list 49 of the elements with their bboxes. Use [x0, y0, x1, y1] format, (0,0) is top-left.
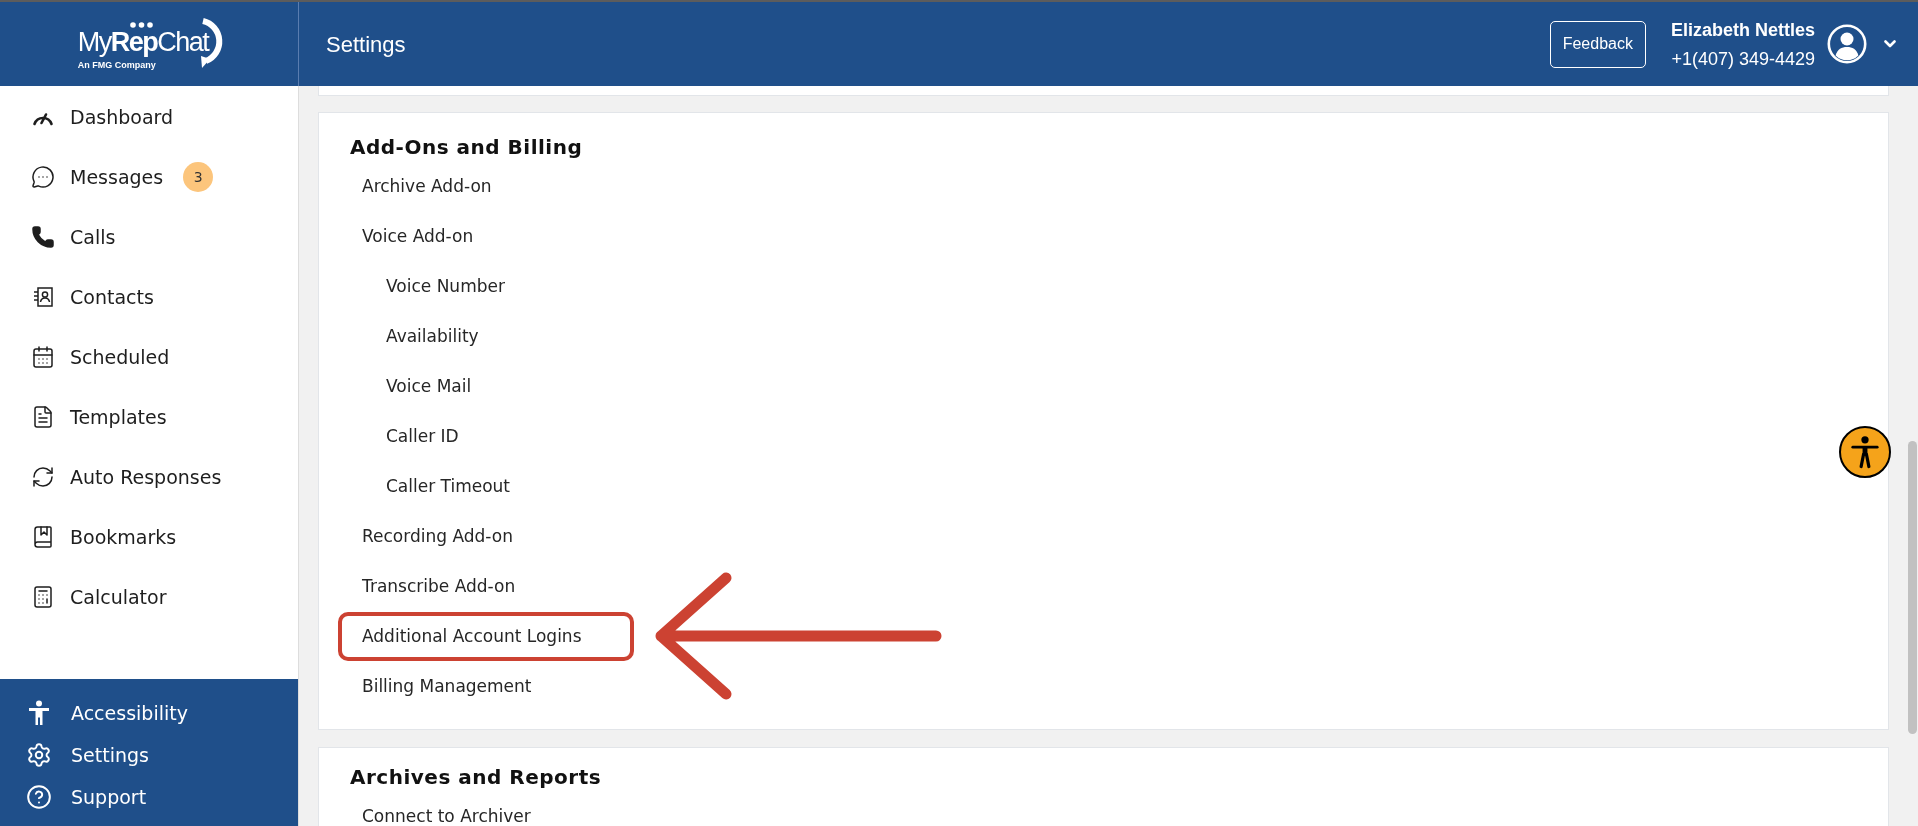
scrollbar-thumb[interactable]: [1908, 441, 1917, 734]
logo-tagline: An FMG Company: [77, 60, 157, 70]
settings-link[interactable]: Connect to Archiver: [362, 806, 531, 826]
settings-link[interactable]: Recording Add-on: [362, 526, 513, 546]
accessibility-person-icon: [1849, 435, 1881, 469]
settings-link[interactable]: Voice Add-on: [362, 226, 474, 246]
feedback-button[interactable]: Feedback: [1549, 20, 1646, 68]
sidebar-item[interactable]: Calculator: [31, 582, 167, 612]
sidebar-item[interactable]: Scheduled: [31, 342, 170, 372]
sidebar-item[interactable]: Support: [26, 782, 147, 812]
book-icon: [31, 525, 55, 549]
settings-link[interactable]: Caller ID: [386, 426, 459, 446]
chat-bubble-icon: [31, 165, 55, 189]
user-avatar-icon[interactable]: [1827, 24, 1867, 64]
count-badge: 3: [183, 162, 214, 192]
sidebar-item[interactable]: Auto Responses: [31, 462, 222, 492]
calculator-icon: [31, 585, 55, 609]
section-title: Archives and Reports: [350, 764, 603, 791]
settings-link[interactable]: Additional Account Logins: [362, 626, 582, 646]
chevron-down-icon[interactable]: [1884, 40, 1896, 48]
contact-card-icon: [31, 285, 55, 309]
settings-icon: [26, 742, 52, 768]
settings-link[interactable]: Billing Management: [362, 676, 532, 696]
logo-wordmark: MyRepChat: [77, 28, 209, 56]
settings-link[interactable]: Transcribe Add-on: [362, 576, 516, 596]
sidebar-item[interactable]: Accessibility: [26, 698, 188, 728]
settings-link[interactable]: Voice Number: [386, 276, 505, 296]
user-phone: +1(407) 349-4429: [1671, 47, 1815, 71]
settings-link[interactable]: Caller Timeout: [386, 476, 511, 496]
sidebar-item[interactable]: Contacts: [31, 282, 154, 312]
help-icon: [26, 784, 52, 810]
logo-dots-icon: [129, 21, 153, 28]
settings-link[interactable]: Archive Add-on: [362, 176, 492, 196]
settings-link[interactable]: Availability: [386, 326, 479, 346]
phone-icon: [31, 225, 55, 249]
sidebar-item[interactable]: Settings: [26, 740, 149, 770]
sidebar-item[interactable]: Messages: [31, 162, 164, 192]
calendar-icon: [31, 345, 55, 369]
page-title: Settings: [326, 30, 406, 59]
sidebar-item[interactable]: Bookmarks: [31, 522, 177, 552]
sidebar-item[interactable]: Calls: [31, 222, 116, 252]
document-icon: [31, 405, 55, 429]
settings-link[interactable]: Voice Mail: [386, 376, 472, 396]
section-title: Add-Ons and Billing: [350, 134, 584, 161]
user-name: Elizabeth Nettles: [1670, 18, 1815, 42]
accessibility-icon: [26, 700, 52, 726]
sidebar-item[interactable]: Dashboard: [31, 102, 174, 132]
refresh-icon: [31, 465, 55, 489]
sidebar-item[interactable]: Templates: [31, 402, 167, 432]
